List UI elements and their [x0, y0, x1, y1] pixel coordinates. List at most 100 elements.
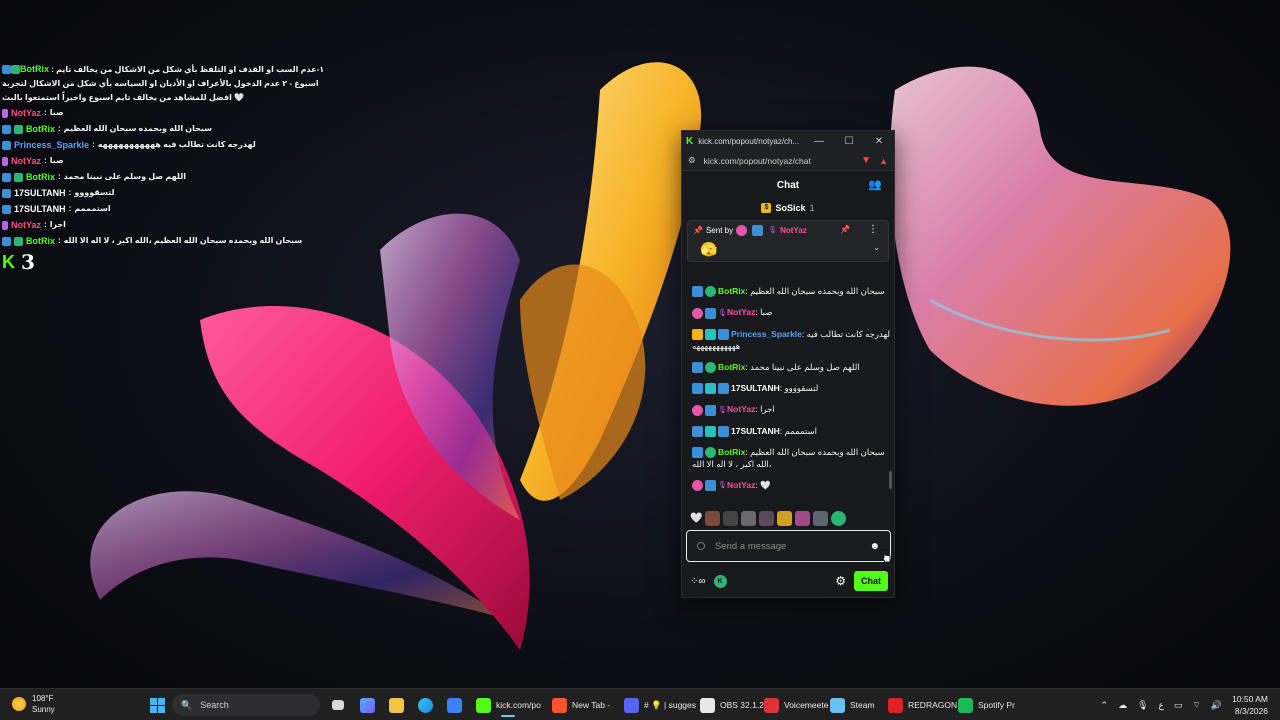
task-view-button[interactable] [332, 693, 344, 717]
chat-username[interactable]: NotYaz [727, 307, 755, 317]
network-icon[interactable]: ☁ [1118, 700, 1127, 711]
overlay-message: سبحان الله وبحمده سبحان الله العظيم ،الل… [63, 236, 303, 245]
taskbar-search[interactable]: 🔍 Search [172, 694, 320, 716]
chat-message[interactable]: BotRix: اللهم صل وسلم على نبينا محمد [692, 361, 890, 373]
chat-footer: ⁘∞ K ⚙ Chat [690, 571, 888, 591]
taskbar-app-button[interactable]: kick.com/po [476, 693, 541, 717]
emote-tile[interactable] [831, 511, 847, 526]
chat-username[interactable]: 17SULTANH [731, 426, 780, 436]
top-gifter-banner[interactable]: $ SoSick 1 [682, 199, 894, 216]
chevron-up-icon[interactable]: ⌃ [1101, 700, 1109, 711]
start-button[interactable] [150, 693, 165, 717]
chat-message-list[interactable]: BotRix: سبحان الله وبحمده سبحان الله الع… [682, 281, 894, 503]
chat-message[interactable]: Princess_Sparkle: لهدرجه كانت تطالب فيه … [692, 328, 890, 352]
verified-badge-icon [14, 172, 23, 182]
file-explorer-button[interactable] [389, 693, 404, 717]
send-chat-button[interactable]: Chat [854, 571, 888, 591]
chat-username[interactable]: BotRix [718, 362, 745, 372]
app-icon [888, 697, 903, 713]
user-badge-icon [692, 425, 703, 437]
chevron-down-icon[interactable]: ⌄ [873, 243, 880, 252]
taskbar-app-label: # 💡 | sugges [644, 699, 697, 710]
taskbar-app-button[interactable]: Spotify Pr [958, 693, 1015, 717]
brave-rewards-icon[interactable]: ▲ [879, 156, 888, 166]
emote-quick-bar[interactable]: 🤍 [690, 511, 847, 526]
user-badge-icon [692, 480, 703, 492]
windows-logo-icon [150, 697, 165, 713]
site-settings-icon[interactable]: ⚙ [688, 155, 696, 166]
chat-username[interactable]: NotYaz [727, 480, 755, 490]
chat-input-container[interactable]: ☻ [686, 530, 891, 562]
emote-tile[interactable] [795, 511, 811, 526]
chat-message-text: سبحان الله وبحمده سبحان الله العظيم [750, 286, 885, 296]
kick-chat-popout-window[interactable]: K kick.com/popout/notyaz/ch... — ☐ ✕ ⚙ k… [681, 130, 895, 598]
separator: : [58, 124, 61, 133]
taskbar-app-button[interactable]: New Tab - [552, 693, 610, 717]
pinned-message[interactable]: 📌 Sent by 🎙 NotYaz 📌 ⋮ 🫣 ⌄ [687, 220, 889, 262]
url-text[interactable]: kick.com/popout/notyaz/chat [704, 156, 854, 166]
kick-points-icon[interactable]: ⁘∞ [690, 576, 706, 587]
badge-icon [2, 156, 8, 166]
wifi-icon[interactable]: ⌔ [1192, 700, 1200, 711]
clock[interactable]: 10:50 AM 8/3/2026 [1232, 693, 1268, 717]
more-options-icon[interactable]: ⋮ [868, 224, 878, 235]
kick-badge-icon[interactable]: K [713, 574, 727, 588]
taskbar-app-button[interactable]: OBS 32.1.2 - [700, 693, 769, 717]
weather-widget[interactable]: 108°F Sunny [12, 693, 55, 715]
volume-icon[interactable]: 🔊 [1211, 700, 1222, 711]
taskbar-app-button[interactable]: REDRAGON [888, 693, 957, 717]
pinned-user[interactable]: NotYaz [780, 226, 807, 235]
close-button[interactable]: ✕ [864, 136, 894, 147]
taskbar-app-button[interactable]: # 💡 | sugges [624, 693, 696, 717]
monitor-icon[interactable]: ▭ [1174, 700, 1183, 711]
user-badge-icon [692, 328, 703, 340]
chat-username[interactable]: 17SULTANH [731, 383, 780, 393]
maximize-button[interactable]: ☐ [834, 136, 864, 147]
emote-tile[interactable] [759, 511, 775, 526]
unpin-icon[interactable]: 📌 [840, 225, 850, 234]
app-icon [700, 697, 715, 713]
language-indicator[interactable]: ع [1159, 700, 1164, 711]
edge-button[interactable] [418, 693, 433, 717]
taskbar-app-label: Spotify Pr [978, 700, 1015, 710]
chat-username[interactable]: NotYaz [727, 404, 755, 414]
brave-shield-icon[interactable]: ▼ [861, 155, 871, 166]
chat-username[interactable]: BotRix [718, 286, 745, 296]
chat-username[interactable]: Princess_Sparkle [731, 329, 802, 339]
chat-message[interactable]: BotRix: سبحان الله وبحمده سبحان الله الع… [692, 285, 890, 298]
emote-tile[interactable] [741, 511, 757, 526]
chat-scrollbar[interactable] [889, 471, 892, 489]
user-badge-icon [705, 425, 716, 437]
emote-tile[interactable] [777, 511, 793, 526]
minimize-button[interactable]: — [804, 136, 834, 147]
heart-outline-emote-icon[interactable]: 🤍 [690, 513, 702, 524]
window-titlebar[interactable]: K kick.com/popout/notyaz/ch... — ☐ ✕ [682, 131, 894, 151]
top-gifter-count: 1 [809, 202, 815, 213]
overlay-chat-line: NotYaz : اجرا [2, 217, 332, 233]
emoji-picker-icon[interactable]: ☻ [869, 541, 880, 552]
chat-message[interactable]: 🎙NotYaz: صبا [692, 306, 890, 319]
taskbar-app-button[interactable]: Voicemeete [764, 693, 828, 717]
address-bar[interactable]: ⚙ kick.com/popout/notyaz/chat ▼ ▲ [682, 151, 894, 171]
user-badge-icon [705, 307, 716, 319]
chat-message[interactable]: BotRix: سبحان الله وبحمده سبحان الله الع… [692, 446, 890, 470]
overlay-username: BotRix [20, 64, 49, 74]
emote-tile[interactable] [813, 511, 829, 526]
taskbar: 108°F Sunny 🔍 Search kick.com/po New Tab … [0, 688, 1280, 720]
emote-tile[interactable] [723, 511, 739, 526]
microphone-icon[interactable]: 🎙 [1137, 700, 1148, 711]
user-list-icon[interactable]: 👥 [868, 178, 882, 191]
chat-message[interactable]: 🎙NotYaz: 🤍 [692, 479, 890, 492]
chat-message[interactable]: 17SULTANH: لتسقوووو [692, 382, 890, 395]
widgets-button[interactable] [360, 693, 375, 717]
chat-message-text: اجرا [760, 404, 775, 415]
gear-icon[interactable]: ⚙ [835, 574, 846, 588]
emote-tile[interactable] [705, 511, 721, 526]
chat-message[interactable]: 🎙NotYaz: اجرا [692, 403, 890, 416]
store-button[interactable] [447, 693, 462, 717]
taskbar-app-button[interactable]: Steam [830, 693, 875, 717]
chat-username[interactable]: BotRix [718, 447, 745, 457]
chat-message[interactable]: 17SULTANH: استمممم [692, 425, 890, 437]
pin-icon: 📌 [693, 226, 703, 235]
send-message-input[interactable] [715, 540, 860, 552]
